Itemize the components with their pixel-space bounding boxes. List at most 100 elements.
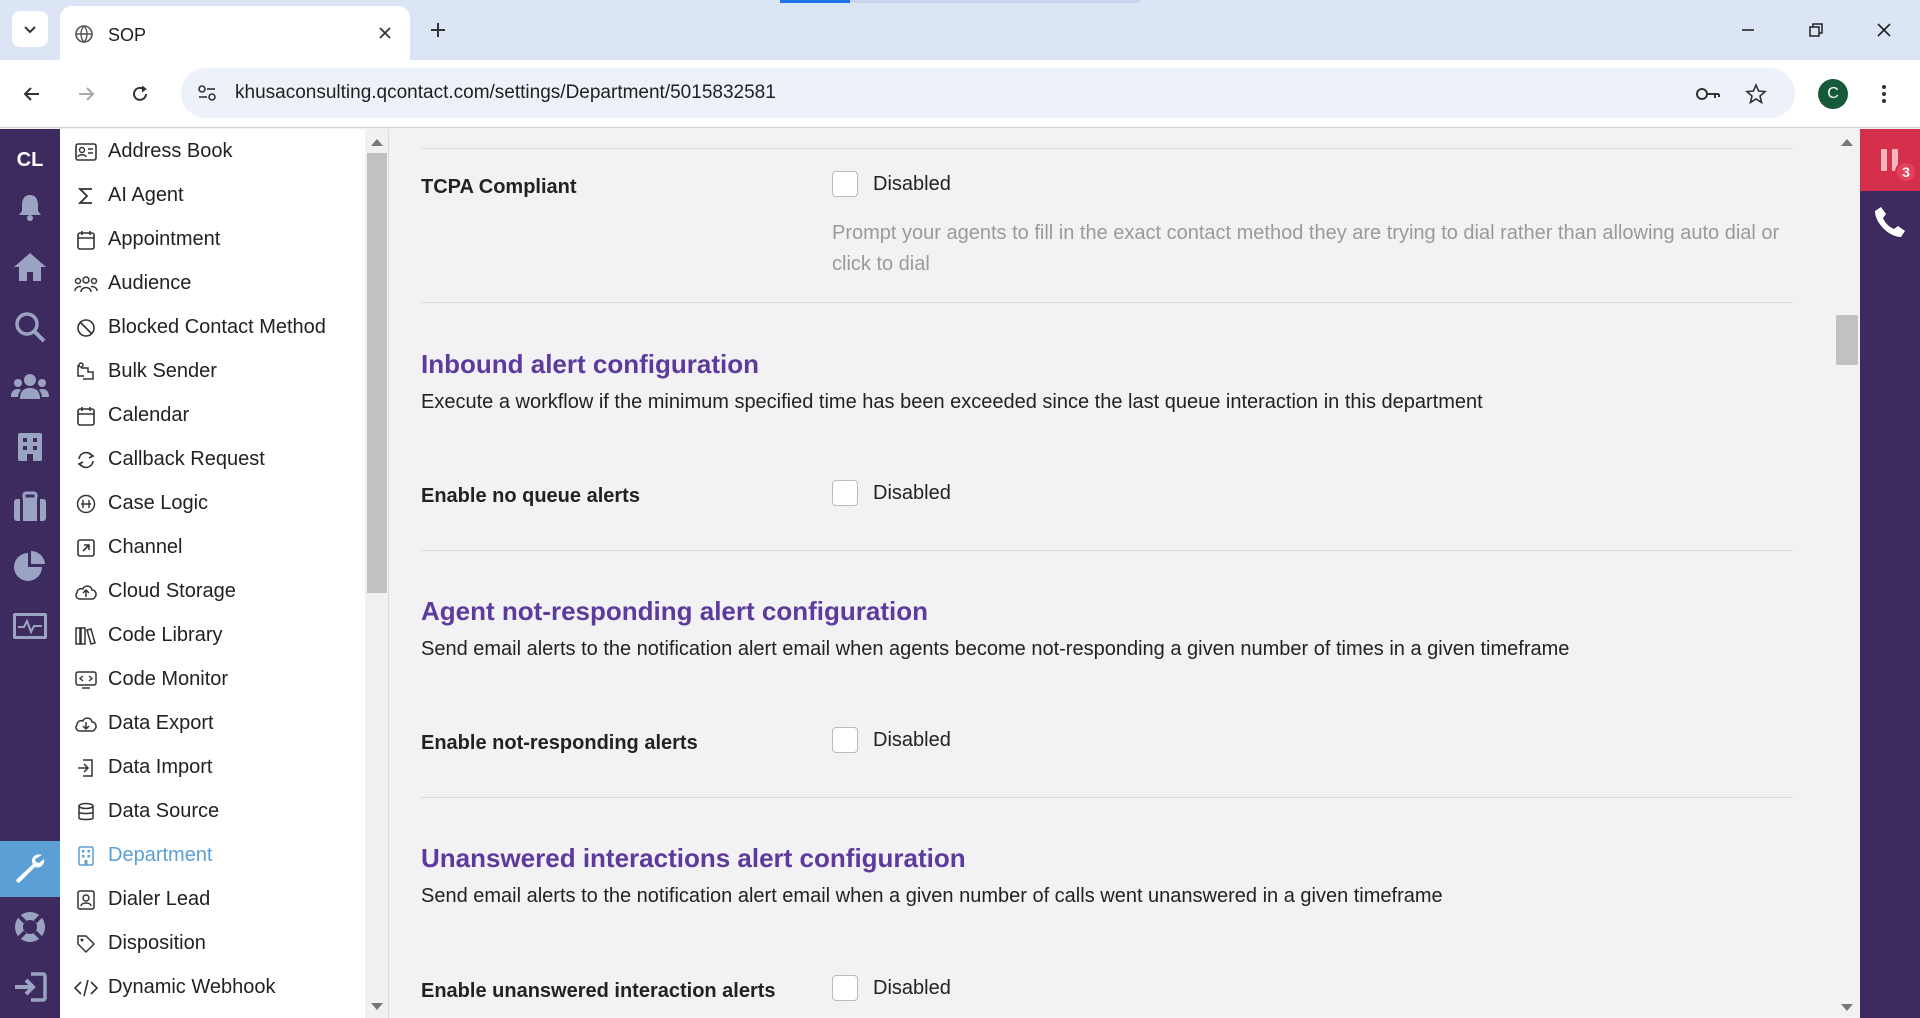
forward-button[interactable] [70,78,102,110]
settings-item-label: Data Export [108,712,214,734]
enable-unanswered-alerts-checkbox[interactable] [832,975,858,1001]
settings-item-label: Data Import [108,756,213,778]
enable-no-queue-alerts-checkbox[interactable] [832,480,858,506]
minimize-button[interactable] [1732,14,1764,46]
enable-not-responding-alerts-status: Disabled [873,729,951,751]
settings-item-label: Address Book [108,140,233,162]
alerts-button[interactable]: 3 [1860,129,1920,191]
departments-nav[interactable] [0,419,60,475]
globe-icon [75,25,93,43]
new-tab-button[interactable] [424,16,452,44]
settings-item-bulk-sender[interactable]: Bulk Sender [60,349,365,393]
password-key-button[interactable] [1695,81,1721,107]
settings-item-label: Audience [108,272,192,294]
reload-button[interactable] [124,78,156,110]
settings-item-code-monitor[interactable]: Code Monitor [60,657,365,701]
settings-item-ai-agent[interactable]: AI Agent [60,173,365,217]
audience-icon [74,273,98,295]
search-icon [15,312,46,343]
search-nav[interactable] [0,299,60,355]
settings-item-calendar[interactable]: Calendar [60,393,365,437]
settings-item-department[interactable]: Department [60,833,365,877]
bookmark-button[interactable] [1743,81,1769,107]
settings-menu-scrollbar[interactable] [365,129,389,1018]
settings-item-case-logic[interactable]: Case Logic [60,481,365,525]
phone-button[interactable] [1860,191,1920,253]
settings-item-callback-request[interactable]: Callback Request [60,437,365,481]
scroll-down-arrow-icon[interactable] [1841,1004,1853,1011]
scroll-down-arrow-icon[interactable] [371,1003,383,1010]
settings-item-blocked-contact-method[interactable]: Blocked Contact Method [60,305,365,349]
scroll-up-arrow-icon[interactable] [1841,139,1853,146]
enable-unanswered-alerts-status: Disabled [873,977,951,999]
close-window-button[interactable] [1868,14,1900,46]
settings-nav[interactable] [0,841,60,897]
divider [421,797,1793,798]
scrollbar-thumb[interactable] [367,153,387,593]
profile-avatar[interactable]: C [1818,79,1848,109]
tcpa-compliant-status: Disabled [873,173,951,195]
monitor-icon [13,613,47,639]
refresh-icon [74,449,98,471]
agent-not-responding-title: Agent not-responding alert configuration [421,596,928,626]
settings-item-dialer-lead[interactable]: Dialer Lead [60,877,365,921]
settings-item-label: Disposition [108,932,206,954]
plus-icon [431,23,445,37]
enable-not-responding-alerts-checkbox[interactable] [832,727,858,753]
briefcase-icon [14,491,46,521]
tcpa-compliant-checkbox[interactable] [832,171,858,197]
building-icon [74,845,98,867]
settings-item-cloud-storage[interactable]: Cloud Storage [60,569,365,613]
settings-item-label: Channel [108,536,183,558]
scrollbar-thumb[interactable] [1836,315,1858,365]
settings-item-channel[interactable]: Channel [60,525,365,569]
reports-nav[interactable] [0,539,60,595]
bulk-sender-icon [74,361,98,383]
enable-unanswered-alerts-label: Enable unanswered interaction alerts [421,980,776,1002]
settings-item-data-source[interactable]: Data Source [60,789,365,833]
chevron-down-icon [24,26,36,34]
notifications-nav[interactable] [0,179,60,235]
settings-item-code-library[interactable]: Code Library [60,613,365,657]
settings-item-data-export[interactable]: Data Export [60,701,365,745]
browser-tab[interactable]: SOP [60,6,410,60]
minimize-icon [1742,29,1754,31]
users-nav[interactable] [0,359,60,415]
settings-item-disposition[interactable]: Disposition [60,921,365,965]
sigma-icon [74,185,98,207]
home-nav[interactable] [0,239,60,295]
settings-item-address-book[interactable]: Address Book [60,129,365,173]
scroll-up-arrow-icon[interactable] [371,139,383,146]
home-icon [14,253,46,281]
settings-item-dynamic-webhook[interactable]: Dynamic Webhook [60,965,365,1009]
settings-item-label: Blocked Contact Method [108,316,326,338]
inbound-alert-title: Inbound alert configuration [421,349,759,379]
divider [421,550,1793,551]
help-nav[interactable] [0,899,60,955]
app-nav-rail: CL [0,129,60,1018]
cases-nav[interactable] [0,479,60,535]
settings-item-data-import[interactable]: Data Import [60,745,365,789]
enable-no-queue-alerts-label: Enable no queue alerts [421,485,640,507]
site-settings-icon[interactable] [195,81,219,105]
unanswered-interactions-title: Unanswered interactions alert configurat… [421,843,966,873]
address-card-icon [74,141,98,163]
tab-search-button[interactable] [12,11,48,47]
tab-close-icon[interactable] [374,22,396,44]
restore-button[interactable] [1800,14,1832,46]
settings-menu: Address Book AI Agent Appointment Audien… [60,129,365,1018]
divider [421,148,1793,149]
address-bar[interactable]: khusaconsulting.qcontact.com/settings/De… [181,68,1795,118]
close-icon [1877,23,1891,37]
logout-nav[interactable] [0,959,60,1015]
code-icon [74,977,98,999]
settings-item-appointment[interactable]: Appointment [60,217,365,261]
monitor-nav[interactable] [0,599,60,655]
arrow-right-icon [79,87,95,101]
blocked-icon [74,317,98,339]
back-button[interactable] [16,78,48,110]
settings-item-audience[interactable]: Audience [60,261,365,305]
agent-not-responding-description: Send email alerts to the notification al… [421,638,1570,660]
browser-menu-button[interactable] [1868,78,1900,110]
database-icon [74,801,98,823]
